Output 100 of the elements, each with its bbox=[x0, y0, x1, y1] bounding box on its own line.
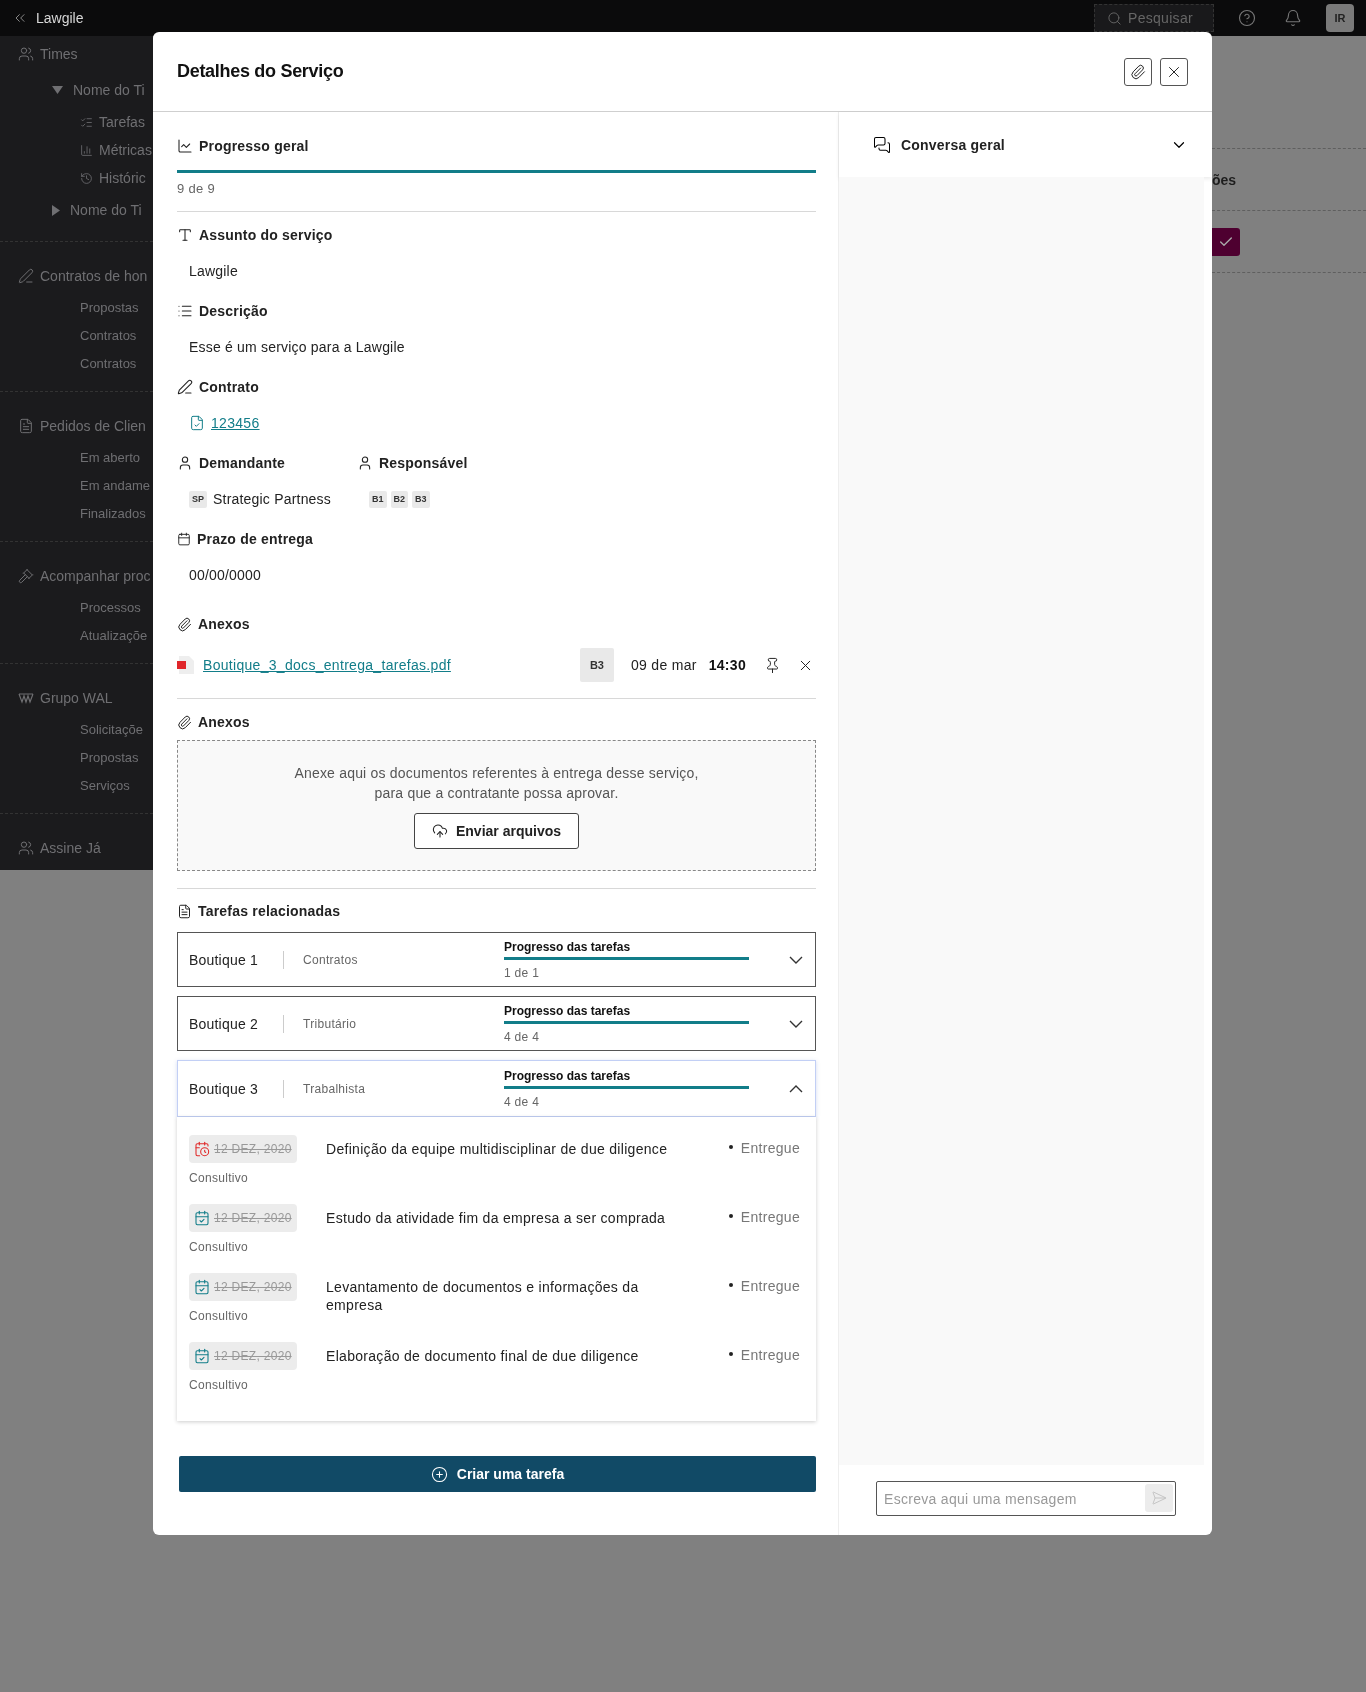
task-category: Consultivo bbox=[189, 1378, 249, 1392]
sidebar-item[interactable]: Propostas bbox=[80, 744, 139, 772]
caret-icon[interactable] bbox=[52, 204, 60, 216]
contract-link[interactable]: 123456 bbox=[211, 415, 260, 431]
sidebar-item[interactable]: Atualizaçõe bbox=[80, 622, 148, 650]
sidebar-item[interactable]: Contratos bbox=[80, 322, 137, 350]
list-icon bbox=[177, 303, 193, 319]
chevron-up-icon bbox=[789, 1084, 803, 1093]
task-title: Definição da equipe multidisciplinar de due diligence bbox=[326, 1140, 669, 1158]
sidebar-item[interactable]: Tarefas bbox=[99, 114, 145, 130]
search-field[interactable]: Pesquisar bbox=[1094, 4, 1214, 32]
caret-icon[interactable] bbox=[52, 86, 63, 94]
calendar-check-icon bbox=[194, 1210, 210, 1226]
sidebar-item[interactable]: Em aberto bbox=[80, 444, 140, 472]
task-status: Entregue bbox=[740, 1347, 800, 1363]
file-time: 14:30 bbox=[708, 657, 746, 673]
calendar-clock-icon bbox=[194, 1141, 210, 1157]
sidebar-item[interactable]: Métricas bbox=[99, 142, 152, 158]
file-date: 09 de mar bbox=[630, 657, 697, 673]
group-name: Boutique 1 bbox=[189, 951, 259, 968]
group-area: Trabalhista bbox=[303, 1081, 504, 1096]
sidebar-item[interactable]: Processos bbox=[80, 594, 141, 622]
initials-badge: B2 bbox=[390, 490, 409, 508]
user-avatar[interactable]: IR bbox=[1326, 4, 1354, 32]
group-name: Boutique 3 bbox=[189, 1080, 259, 1097]
pdf-file-icon bbox=[177, 655, 195, 675]
confirm-button[interactable] bbox=[1212, 227, 1240, 256]
sidebar-section[interactable]: Contratos de hon bbox=[40, 268, 148, 284]
sidebar-item[interactable]: Em andame bbox=[80, 472, 151, 500]
sidebar-section[interactable]: Assine Já bbox=[40, 840, 101, 856]
pen-icon bbox=[18, 268, 34, 284]
task-group[interactable]: Boutique 1 Contratos Progresso das tarefas 1 de 1 bbox=[177, 932, 816, 987]
chat-title: Conversa geral bbox=[901, 136, 1006, 153]
field-label: Anexos bbox=[198, 714, 250, 730]
sidebar-section[interactable]: Pedidos de Clien bbox=[40, 418, 146, 434]
status-dot bbox=[728, 1213, 733, 1218]
requester-name: Strategic Partness bbox=[213, 491, 331, 507]
chevron-button[interactable] bbox=[789, 1019, 803, 1028]
calendar-check-icon bbox=[194, 1348, 210, 1364]
chat-header[interactable]: Conversa geral bbox=[839, 112, 1212, 177]
drop-zone[interactable]: Anexe aqui os documentos referentes à entrega desse serviço, para que a contratante possa aprovar. Enviar arquivos bbox=[177, 740, 816, 871]
chevron-button[interactable] bbox=[789, 1084, 803, 1093]
status-dot bbox=[728, 1282, 733, 1287]
field-label: Prazo de entrega bbox=[197, 531, 313, 547]
group-name: Boutique 2 bbox=[189, 1015, 259, 1032]
task-group[interactable]: Boutique 2 Tributário Progresso das tarefas 4 de 4 bbox=[177, 996, 816, 1051]
close-button[interactable] bbox=[1160, 57, 1188, 86]
dialog-title: Detalhes do Serviço bbox=[177, 61, 345, 82]
progress-reading: 9 de 9 bbox=[177, 181, 216, 196]
initials-badge: B3 bbox=[412, 490, 430, 508]
sidebar-item[interactable]: Contratos bbox=[80, 350, 137, 378]
sidebar-section[interactable]: Acompanhar proc bbox=[40, 568, 151, 584]
help-icon[interactable] bbox=[1238, 9, 1256, 27]
pin-button[interactable] bbox=[764, 656, 781, 674]
paperclip-icon bbox=[177, 616, 192, 632]
chevron-down-icon bbox=[789, 1019, 803, 1028]
upload-button[interactable]: Enviar arquivos bbox=[413, 812, 579, 849]
paperclip-icon bbox=[1130, 63, 1146, 80]
person-icon bbox=[177, 455, 193, 471]
attach-button[interactable] bbox=[1124, 57, 1152, 86]
chat-icon bbox=[873, 135, 891, 154]
sidebar-item[interactable]: Solicitaçõe bbox=[80, 716, 143, 744]
drop-hint: Anexe aqui os documentos referentes à entrega desse serviço, para que a contratante possa aprovar. bbox=[294, 763, 699, 803]
file-link[interactable]: Boutique_3_docs_entrega_tarefas.pdf bbox=[203, 657, 580, 673]
task-status: Entregue bbox=[740, 1209, 800, 1225]
team-icon bbox=[18, 840, 34, 856]
chart-icon bbox=[177, 138, 193, 154]
sidebar-item[interactable]: Finalizados bbox=[80, 500, 146, 528]
task-title: Estudo da atividade fim da empresa a ser comprada bbox=[326, 1209, 667, 1227]
message-field[interactable]: Escreva aqui uma mensagem bbox=[876, 1481, 1176, 1516]
sidebar-item[interactable]: Históric bbox=[99, 170, 146, 186]
task-title: Levantamento de documentos e informações da empresa bbox=[326, 1278, 640, 1314]
progress-reading: 4 de 4 bbox=[504, 1094, 541, 1109]
progress-reading: 4 de 4 bbox=[504, 1029, 541, 1044]
sidebar-section[interactable]: Grupo WAL bbox=[40, 690, 113, 706]
field-value: Esse é um serviço para a Lawgile bbox=[188, 338, 406, 357]
task-category: Consultivo bbox=[189, 1309, 249, 1323]
task-status: Entregue bbox=[740, 1140, 800, 1156]
bar-chart-icon bbox=[80, 143, 93, 157]
sidebar-item[interactable]: Nome do Ti bbox=[73, 82, 145, 98]
bell-icon[interactable] bbox=[1284, 9, 1302, 27]
app-title: Lawgile bbox=[36, 10, 84, 26]
pin-icon bbox=[764, 656, 781, 674]
field-label: Assunto do serviço bbox=[199, 227, 333, 243]
sidebar-item[interactable]: Propostas bbox=[80, 294, 139, 322]
initials-badge: SP bbox=[189, 490, 207, 508]
chevron-down-icon bbox=[789, 955, 803, 964]
sidebar-item[interactable]: Nome do Ti bbox=[70, 202, 142, 218]
sidebar-section[interactable]: Times bbox=[40, 46, 78, 62]
task-group[interactable]: Boutique 3 Trabalhista Progresso das tarefas 4 de 4 bbox=[177, 1060, 816, 1117]
create-task-button[interactable]: Criar uma tarefa bbox=[179, 1456, 816, 1492]
pen-icon bbox=[177, 379, 193, 395]
chevron-button[interactable] bbox=[789, 955, 803, 964]
paperclip-icon bbox=[177, 714, 192, 730]
field-label: Descrição bbox=[199, 303, 268, 319]
field-value: 00/00/0000 bbox=[188, 566, 263, 585]
calendar-icon bbox=[177, 532, 191, 546]
field-label: Contrato bbox=[199, 379, 259, 395]
progress-label: Progresso das tarefas bbox=[504, 1068, 632, 1083]
sidebar-item[interactable]: Serviços bbox=[80, 772, 130, 800]
